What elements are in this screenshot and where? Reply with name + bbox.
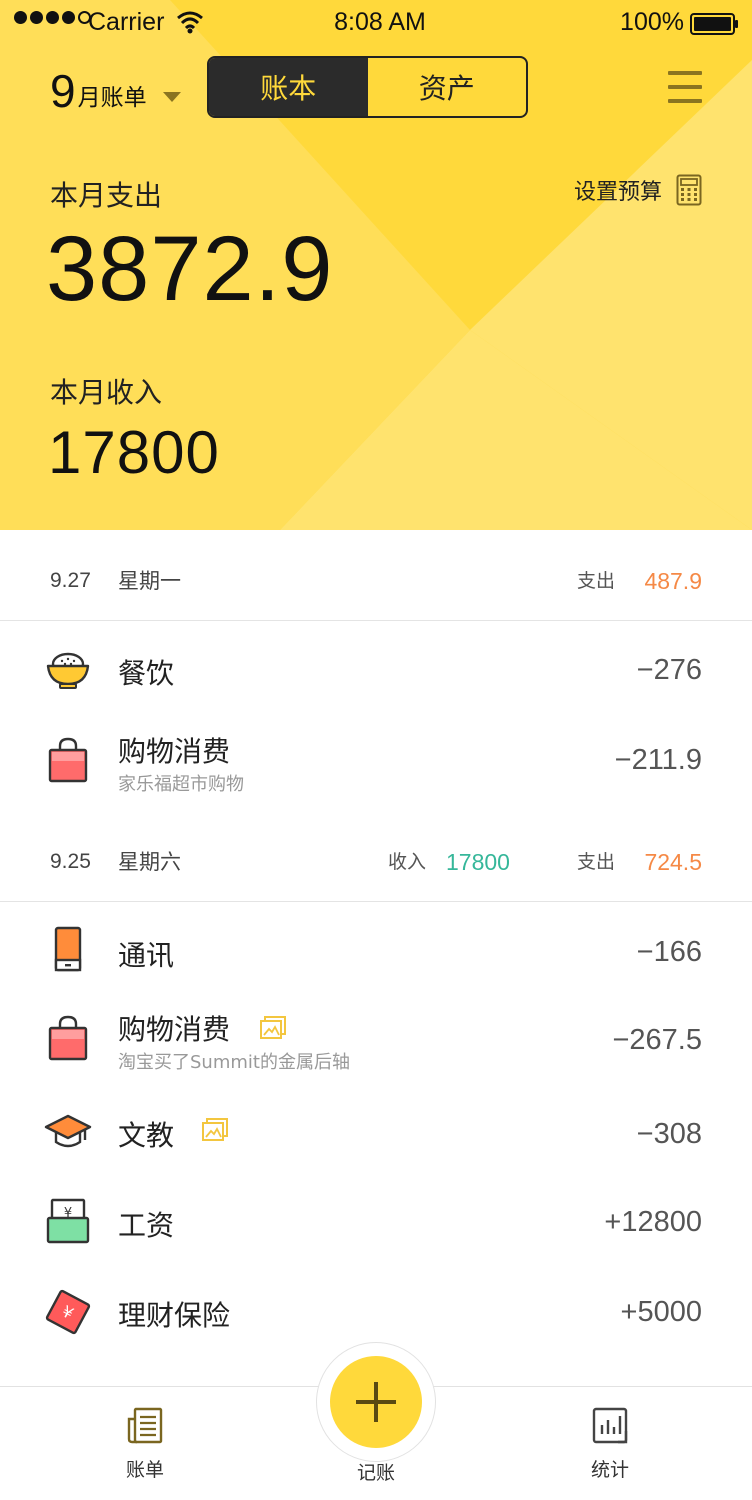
tab-assets[interactable]: 资产	[368, 58, 527, 116]
day-income-amount: 17800	[446, 849, 510, 875]
menu-icon[interactable]	[668, 70, 702, 104]
expense-tag: 支出	[577, 570, 616, 592]
day-header: 9.25 星期六 收入 17800 支出 724.5	[0, 822, 752, 902]
calculator-icon	[676, 174, 702, 206]
list-item[interactable]: 购物消费 淘宝买了Summit的金属后轴 −267.5	[0, 996, 752, 1096]
list-item[interactable]: 文教 −308	[0, 1090, 752, 1180]
caret-down-icon	[162, 92, 181, 102]
income-tag: 收入	[388, 851, 427, 873]
item-note: 淘宝买了Summit的金属后轴	[118, 1052, 350, 1073]
list-item[interactable]: 购物消费 家乐福超市购物 −211.9	[0, 718, 752, 818]
item-amount: −267.5	[612, 1024, 702, 1056]
shopping-bag-icon	[48, 1015, 88, 1061]
income-total: 17800	[48, 419, 220, 486]
tab-stats-label: 统计	[590, 1459, 629, 1481]
day-expense-amount: 724.5	[644, 849, 702, 875]
list-item[interactable]: 通讯 −166	[0, 908, 752, 998]
tab-bills-label: 账单	[125, 1459, 164, 1481]
item-category: 购物消费	[118, 1013, 231, 1046]
photo-attachment-icon[interactable]	[202, 1118, 228, 1142]
item-category: 通讯	[118, 939, 175, 972]
tab-bills[interactable]: 账单	[95, 1407, 195, 1482]
add-record-button[interactable]	[330, 1356, 422, 1448]
status-bar: Carrier 8:08 AM 100%	[0, 0, 752, 48]
finance-ticket-icon: ¥	[45, 1289, 91, 1335]
item-amount: +12800	[604, 1206, 702, 1238]
shopping-bag-icon	[48, 737, 88, 783]
item-category: 工资	[118, 1209, 175, 1242]
item-amount: +5000	[620, 1296, 702, 1328]
list-item[interactable]: ¥ 工资 +12800	[0, 1180, 752, 1270]
photo-attachment-icon[interactable]	[260, 1016, 286, 1040]
month-selector[interactable]: 9 月账单	[50, 56, 181, 116]
month-number: 9	[50, 65, 76, 117]
phone-icon	[54, 926, 82, 972]
salary-envelope-icon: ¥	[46, 1198, 90, 1244]
battery-percent: 100%	[620, 8, 684, 36]
list-item[interactable]: 餐饮 −276	[0, 626, 752, 716]
item-category: 餐饮	[118, 657, 175, 690]
month-label: 月账单	[77, 85, 147, 111]
item-amount: −276	[636, 654, 702, 686]
day-weekday: 星期六	[118, 850, 181, 874]
day-date: 9.25	[50, 850, 91, 873]
set-budget-label: 设置预算	[573, 180, 662, 205]
day-header: 9.27 星期一 支出 487.9	[0, 541, 752, 621]
expense-label: 本月支出	[50, 179, 163, 212]
stats-chart-icon	[592, 1407, 628, 1444]
income-label: 本月收入	[50, 376, 163, 409]
bill-list-icon	[127, 1407, 163, 1444]
tab-ledger[interactable]: 账本	[209, 58, 368, 116]
expense-total: 3872.9	[46, 218, 334, 320]
item-category: 购物消费	[118, 735, 231, 768]
battery-icon	[690, 13, 738, 35]
item-note: 家乐福超市购物	[118, 774, 244, 795]
item-amount: −211.9	[614, 744, 702, 776]
graduation-cap-icon	[44, 1114, 92, 1148]
add-record-label: 记账	[356, 1462, 395, 1484]
set-budget-button[interactable]: 设置预算	[574, 174, 702, 206]
item-amount: −166	[636, 936, 702, 968]
day-expense-amount: 487.9	[644, 568, 702, 594]
rice-bowl-icon	[46, 652, 90, 689]
header: Carrier 8:08 AM 100% 9 月账单 账本 资产 本月支出 38	[0, 0, 752, 530]
expense-tag: 支出	[577, 851, 616, 873]
day-weekday: 星期一	[118, 569, 181, 593]
item-category: 文教	[118, 1119, 175, 1152]
top-bar: 9 月账单 账本 资产	[0, 56, 752, 120]
book-asset-toggle: 账本 资产	[207, 56, 528, 118]
tab-stats[interactable]: 统计	[560, 1407, 660, 1482]
item-amount: −308	[636, 1118, 702, 1150]
item-category: 理财保险	[118, 1299, 231, 1332]
day-date: 9.27	[50, 569, 91, 592]
